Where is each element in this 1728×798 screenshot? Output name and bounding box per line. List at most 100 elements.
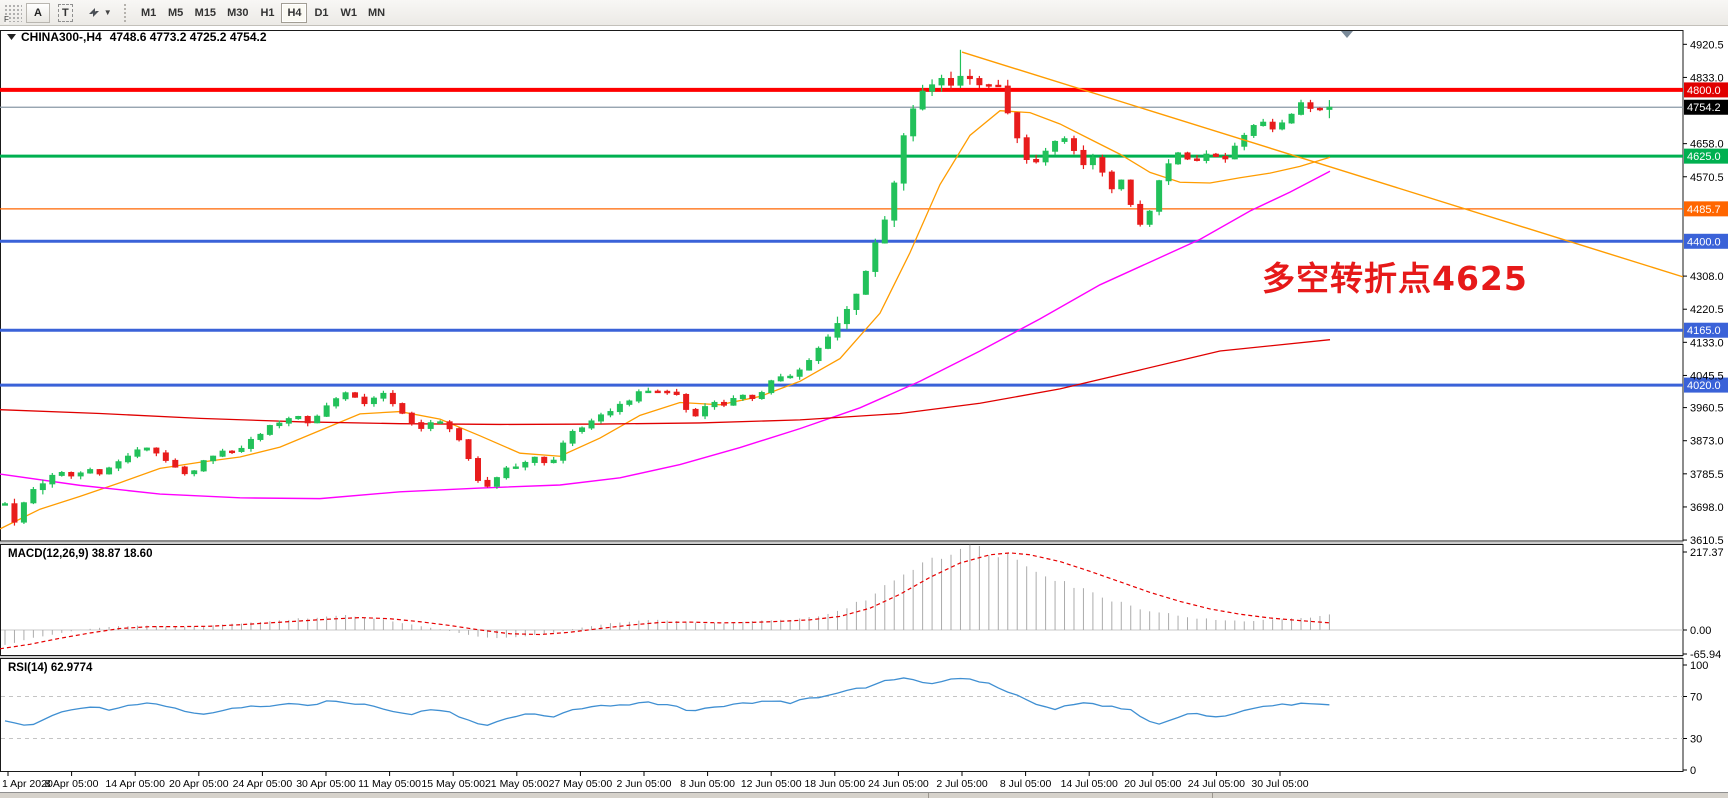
candle <box>220 451 225 456</box>
candle <box>324 406 329 416</box>
tab-edge <box>928 793 929 798</box>
dropdown-caret-icon: ▼ <box>104 8 112 17</box>
candle <box>844 309 849 323</box>
candle <box>882 220 887 243</box>
candle <box>655 391 660 392</box>
trendline[interactable] <box>962 52 1683 277</box>
candle <box>78 473 83 476</box>
candle <box>646 391 651 392</box>
candle <box>703 407 708 416</box>
candle <box>892 183 897 220</box>
candle <box>807 361 812 370</box>
candle <box>267 426 272 435</box>
x-tick-label: 8 Jul 05:00 <box>1000 778 1052 790</box>
candle <box>1119 180 1124 189</box>
fast-ma-line[interactable] <box>0 111 1330 529</box>
candle <box>343 393 348 399</box>
rsi-tick-label: 70 <box>1690 692 1702 704</box>
candle <box>1166 164 1171 181</box>
x-tick-label: 2 Jul 05:00 <box>936 778 988 790</box>
x-tick-label: 15 May 05:00 <box>421 778 485 790</box>
rsi-panel[interactable] <box>1 659 1684 772</box>
y-tick-label: 4920.5 <box>1690 39 1724 51</box>
timeframe-m1-button[interactable]: M1 <box>136 3 162 23</box>
candle <box>40 484 45 490</box>
macd-signal-line <box>0 553 1330 649</box>
candle <box>901 136 906 183</box>
tab-bar-strip[interactable] <box>0 792 1728 798</box>
candle <box>1071 139 1076 151</box>
title-dropdown-icon[interactable] <box>7 34 16 40</box>
candle <box>1005 86 1010 113</box>
x-tick-label: 8 Apr 05:00 <box>45 778 99 790</box>
candle <box>116 462 121 468</box>
x-tick-label: 30 Apr 05:00 <box>296 778 356 790</box>
tab-edge <box>1212 793 1213 798</box>
x-tick-label: 14 Jul 05:00 <box>1061 778 1118 790</box>
candle <box>485 480 490 486</box>
candle <box>589 421 594 428</box>
timeframe-m15-button[interactable]: M15 <box>190 3 221 23</box>
candle <box>1147 211 1152 224</box>
candle <box>826 337 831 348</box>
rsi-line <box>5 678 1329 725</box>
x-tick-label: 24 Apr 05:00 <box>233 778 293 790</box>
timeframe-h1-button[interactable]: H1 <box>254 3 280 23</box>
candle <box>1081 150 1086 164</box>
mid-ma-line[interactable] <box>0 171 1330 498</box>
candle <box>816 348 821 360</box>
candle <box>684 394 689 409</box>
price-badge-label: 4485.7 <box>1687 204 1721 216</box>
timeframe-mn-button[interactable]: MN <box>363 3 390 23</box>
y-tick-label: 3960.5 <box>1690 403 1724 415</box>
timeframe-w1-button[interactable]: W1 <box>335 3 362 23</box>
candle <box>21 503 26 522</box>
candle <box>627 401 632 404</box>
candle <box>31 490 36 503</box>
chart-canvas[interactable]: 4800.04754.24625.04485.74400.04165.04020… <box>0 0 1728 798</box>
candle <box>1289 114 1294 123</box>
candle <box>144 448 149 450</box>
timeframe-m5-button[interactable]: M5 <box>163 3 189 23</box>
candle <box>258 434 263 439</box>
candle <box>1232 146 1237 159</box>
candle <box>513 467 518 468</box>
candle <box>1109 172 1114 189</box>
macd-panel[interactable] <box>1 545 1684 656</box>
cycle-windows-button[interactable]: ▼ <box>81 3 118 23</box>
timeframe-m30-button[interactable]: M30 <box>222 3 253 23</box>
candle <box>759 393 764 399</box>
candle <box>750 395 755 398</box>
candle <box>173 460 178 467</box>
x-tick-label: 12 Jun 05:00 <box>741 778 802 790</box>
candle <box>731 399 736 406</box>
y-tick-label: 4833.0 <box>1690 72 1724 84</box>
candle <box>1024 138 1029 160</box>
candle <box>447 422 452 429</box>
candle <box>135 450 140 456</box>
grip-f-label: F <box>4 15 9 24</box>
timeframe-h4-button[interactable]: H4 <box>281 3 307 23</box>
candle <box>788 376 793 377</box>
text-tool-button[interactable]: T <box>52 3 79 23</box>
chart-annotation-text[interactable]: 多空转折点4625 <box>1262 252 1528 300</box>
candle <box>598 415 603 421</box>
candle <box>163 453 168 460</box>
candle <box>863 271 868 294</box>
slow-ma-line[interactable] <box>0 340 1330 425</box>
candle <box>721 402 726 405</box>
candle <box>920 91 925 109</box>
candle <box>532 457 537 462</box>
rsi-tick-label: 0 <box>1690 765 1696 777</box>
label-tool-button[interactable]: A <box>26 3 50 23</box>
candle <box>1053 141 1058 151</box>
toolbar: F A T ▼ M1M5M15M30H1H4D1W1MN <box>0 0 1728 26</box>
candle <box>740 395 745 398</box>
candle <box>192 471 197 474</box>
timeframe-d1-button[interactable]: D1 <box>308 3 334 23</box>
candle <box>1261 122 1266 125</box>
y-tick-label: 4570.5 <box>1690 172 1724 184</box>
candle <box>665 391 670 392</box>
candle <box>315 416 320 423</box>
candle <box>1223 156 1228 158</box>
